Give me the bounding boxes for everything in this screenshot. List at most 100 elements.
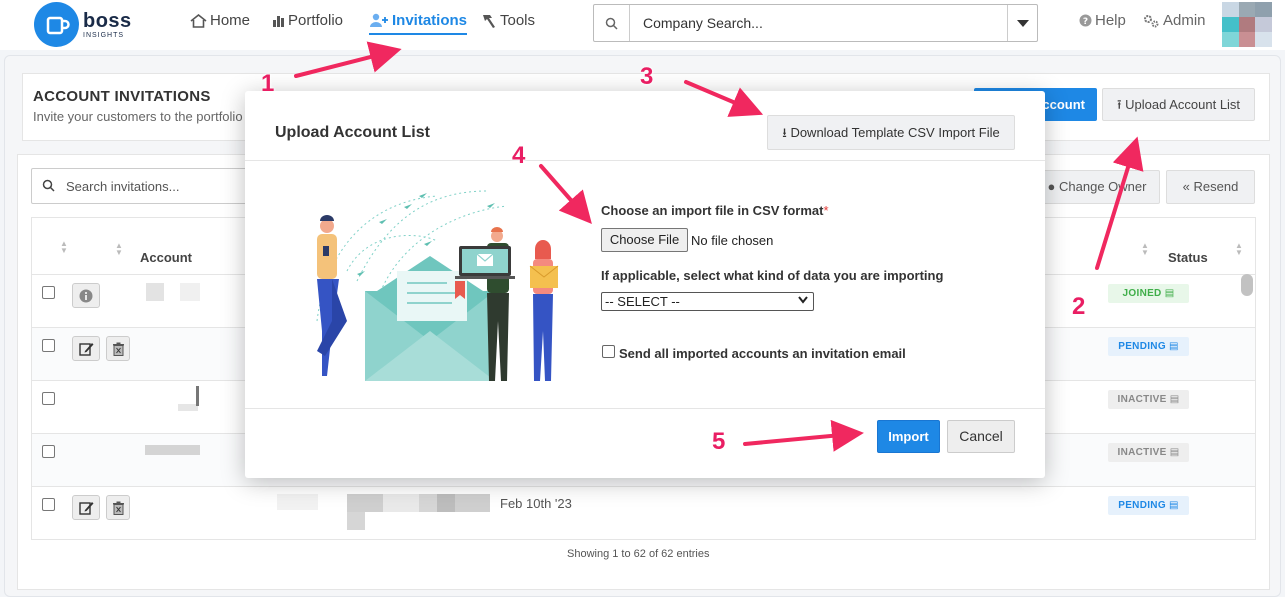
help-link[interactable]: ? Help [1079, 12, 1126, 29]
reply-all-icon: « [1182, 179, 1190, 194]
page-subtitle: Invite your customers to the portfolio [33, 109, 243, 124]
search-icon [594, 5, 630, 41]
redacted-text [437, 494, 455, 512]
redacted-text [383, 494, 419, 512]
admin-label: Admin [1163, 12, 1206, 29]
nav-home-label: Home [210, 12, 251, 29]
nav-home[interactable]: Home [190, 12, 250, 29]
file-label: Choose an import file in CSV format* [601, 203, 829, 218]
delete-button[interactable] [106, 495, 130, 520]
row-checkbox[interactable] [42, 392, 55, 405]
file-label-text: Choose an import file in CSV format [601, 203, 824, 218]
redacted-logo [146, 283, 164, 301]
row-checkbox[interactable] [42, 339, 55, 352]
redacted-logo [180, 283, 200, 301]
upload-account-list-modal: Upload Account List ⭳ Download Template … [245, 91, 1045, 478]
nav-portfolio[interactable]: Portfolio [272, 12, 343, 29]
status-badge: PENDING ▤ [1108, 337, 1189, 356]
divider [245, 160, 1045, 161]
sort-icon[interactable]: ▲ ▼ [60, 240, 68, 255]
nav-portfolio-label: Portfolio [288, 12, 344, 29]
sort-icon[interactable]: ▲ ▼ [1235, 242, 1243, 257]
annotation-number: 2 [1072, 293, 1086, 320]
invitation-email-checkbox[interactable] [602, 345, 615, 358]
status-badge-label: JOINED [1122, 288, 1162, 299]
cancel-button[interactable]: Cancel [947, 420, 1015, 453]
column-account[interactable]: Account [140, 250, 192, 265]
row-checkbox[interactable] [42, 445, 55, 458]
svg-text:?: ? [1083, 17, 1088, 27]
table-row[interactable] [31, 487, 1256, 540]
change-owner-button[interactable]: ● Change Owner [1034, 170, 1160, 204]
trash-icon [112, 501, 124, 515]
chevron-down-icon[interactable] [1007, 5, 1037, 41]
status-badge-label: PENDING [1118, 341, 1166, 352]
admin-link[interactable]: Admin [1143, 12, 1206, 29]
download-template-button[interactable]: ⭳ Download Template CSV Import File [767, 115, 1015, 150]
divider [245, 408, 1045, 409]
brand-tagline: INSIGHTS [83, 31, 125, 39]
id-card-icon: ▤ [1169, 447, 1180, 458]
mug-icon [34, 2, 79, 47]
sort-icon[interactable]: ▲ ▼ [1141, 242, 1149, 257]
annotation-number: 5 [712, 428, 726, 455]
brand-name: boss [83, 9, 132, 32]
company-search[interactable]: Company Search... [593, 4, 1038, 42]
home-icon [190, 13, 207, 28]
redacted-text [455, 494, 490, 512]
company-search-input[interactable]: Company Search... [630, 5, 1007, 41]
redacted-logo [277, 494, 318, 510]
info-button[interactable] [72, 283, 100, 308]
column-status[interactable]: Status [1168, 250, 1208, 265]
upload-account-list-button[interactable]: ⭱ Upload Account List [1102, 88, 1255, 121]
invited-date: Feb 10th '23 [500, 496, 572, 511]
nav-tools[interactable]: Tools [481, 12, 535, 29]
delete-button[interactable] [106, 336, 130, 361]
redacted-text [347, 494, 383, 512]
id-card-icon: ▤ [1164, 288, 1175, 299]
status-badge: INACTIVE ▤ [1108, 443, 1189, 462]
download-icon: ⭳ [782, 125, 787, 140]
annotation-number: 1 [261, 70, 275, 97]
row-checkbox[interactable] [42, 286, 55, 299]
redacted-logo [196, 386, 199, 406]
nav-tools-label: Tools [500, 12, 536, 29]
invitation-search-input[interactable]: Search invitations... [31, 168, 271, 204]
info-icon [79, 289, 93, 302]
status-badge: INACTIVE ▤ [1108, 390, 1189, 409]
status-badge-label: PENDING [1118, 500, 1166, 511]
status-badge: JOINED ▤ [1108, 284, 1189, 303]
redacted-logo [145, 445, 200, 455]
scrollbar-thumb[interactable] [1241, 274, 1253, 296]
brand-logo[interactable]: boss INSIGHTS [34, 2, 132, 47]
choose-file-button[interactable]: Choose File [601, 228, 688, 252]
invitation-search-placeholder: Search invitations... [66, 179, 180, 194]
edit-button[interactable] [72, 495, 100, 520]
resend-label: Resend [1193, 179, 1239, 194]
nav-invitations[interactable]: Invitations [369, 12, 468, 35]
sort-icon[interactable]: ▲ ▼ [115, 242, 123, 257]
nav-invitations-label: Invitations [392, 12, 468, 29]
data-kind-select[interactable]: -- SELECT -- [601, 292, 814, 311]
annotation-number: 4 [512, 142, 526, 169]
row-checkbox[interactable] [42, 498, 55, 511]
edit-icon [78, 502, 93, 515]
hammer-icon [483, 14, 495, 28]
data-kind-label: If applicable, select what kind of data … [601, 268, 944, 283]
bar-chart-icon [273, 16, 284, 27]
data-kind-select-value: -- SELECT -- [605, 294, 680, 309]
avatar[interactable] [1222, 2, 1272, 47]
download-template-label: Download Template CSV Import File [790, 125, 1000, 140]
annotation-number: 3 [640, 63, 654, 90]
upload-illustration [316, 190, 559, 381]
resend-button[interactable]: « Resend [1166, 170, 1255, 204]
user-icon: ● [1047, 179, 1056, 194]
id-card-icon: ▤ [1169, 394, 1180, 405]
edit-icon [78, 343, 93, 356]
modal-title: Upload Account List [275, 124, 430, 141]
gear-icon [1144, 14, 1159, 27]
invitation-email-label[interactable]: Send all imported accounts an invitation… [619, 346, 906, 361]
import-button[interactable]: Import [877, 420, 940, 453]
status-badge-label: INACTIVE [1117, 447, 1167, 458]
edit-button[interactable] [72, 336, 100, 361]
